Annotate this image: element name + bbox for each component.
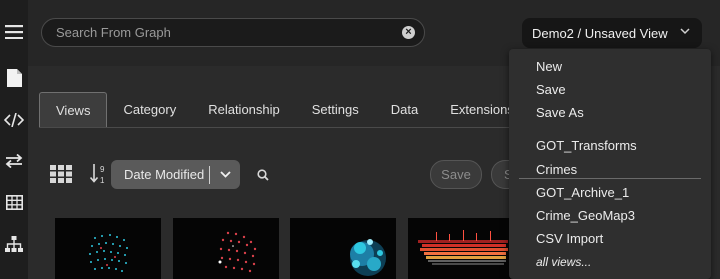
document-icon[interactable] xyxy=(3,67,25,89)
code-icon[interactable] xyxy=(3,109,25,131)
left-sidebar xyxy=(0,0,28,279)
sort-order-icon[interactable]: 9 1 xyxy=(89,163,108,185)
menu-item-view[interactable]: GOT_Transforms xyxy=(536,138,637,153)
view-selector-label: Demo2 / Unsaved View xyxy=(532,25,668,41)
table-icon[interactable] xyxy=(3,191,25,213)
tab-relationship[interactable]: Relationship xyxy=(192,92,296,127)
view-menu-dropdown: New Save Save As GOT_Transforms Crimes G… xyxy=(509,49,711,279)
view-thumbnail[interactable] xyxy=(55,218,161,279)
svg-text:9: 9 xyxy=(100,165,105,174)
select-divider xyxy=(209,165,210,184)
hamburger-menu-icon[interactable] xyxy=(3,21,25,43)
view-selector-button[interactable]: Demo2 / Unsaved View xyxy=(522,18,702,48)
menu-item-save[interactable]: Save xyxy=(536,82,566,97)
menu-separator xyxy=(519,178,701,179)
svg-text:1: 1 xyxy=(100,176,105,185)
tab-views[interactable]: Views xyxy=(39,92,108,127)
clear-search-icon[interactable]: × xyxy=(402,26,415,39)
tab-bar: Views Category Relationship Settings Dat… xyxy=(39,92,530,127)
tab-category[interactable]: Category xyxy=(107,92,192,127)
view-thumbnail[interactable] xyxy=(173,218,279,279)
view-thumbnail[interactable] xyxy=(290,218,396,279)
menu-item-all-views[interactable]: all views... xyxy=(536,255,591,269)
menu-item-view[interactable]: Crime_GeoMap3 xyxy=(536,208,635,223)
tab-data[interactable]: Data xyxy=(375,92,434,127)
graph-search-input[interactable] xyxy=(56,19,386,46)
swap-arrows-icon[interactable] xyxy=(3,150,25,172)
hierarchy-icon[interactable] xyxy=(3,233,25,255)
chevron-down-icon xyxy=(220,171,231,178)
menu-item-view[interactable]: Crimes xyxy=(536,162,577,177)
view-thumbnail[interactable] xyxy=(408,218,514,279)
save-button[interactable]: Save xyxy=(430,160,482,189)
grid-view-icon[interactable] xyxy=(50,165,72,188)
menu-item-save-as[interactable]: Save As xyxy=(536,105,584,120)
sort-by-label: Date Modified xyxy=(124,167,205,182)
chevron-down-icon xyxy=(680,28,690,35)
tab-settings[interactable]: Settings xyxy=(296,92,375,127)
graph-search: × xyxy=(41,18,425,47)
sort-by-select[interactable]: Date Modified xyxy=(111,160,240,189)
menu-item-new[interactable]: New xyxy=(536,59,562,74)
menu-item-view[interactable]: CSV Import xyxy=(536,231,603,246)
search-icon[interactable] xyxy=(257,168,269,186)
tab-underline xyxy=(39,127,509,128)
menu-item-view[interactable]: GOT_Archive_1 xyxy=(536,185,629,200)
